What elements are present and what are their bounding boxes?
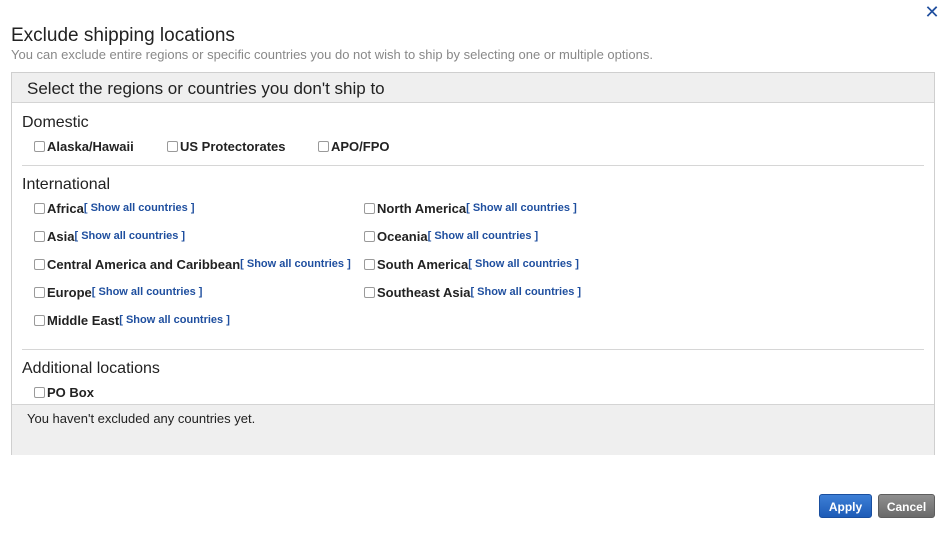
region-asia: Asia [ Show all countries ] xyxy=(34,227,185,245)
region-southeast-asia: Southeast Asia [ Show all countries ] xyxy=(364,283,581,301)
region-north-america: North America [ Show all countries ] xyxy=(364,199,577,217)
checkbox[interactable] xyxy=(34,258,45,270)
checkbox[interactable] xyxy=(318,140,329,152)
cancel-button[interactable]: Cancel xyxy=(878,494,935,518)
show-all-countries-link[interactable]: [ Show all countries ] xyxy=(84,202,195,214)
status-bar: You haven't excluded any countries yet. xyxy=(12,404,934,455)
show-all-countries-link[interactable]: [ Show all countries ] xyxy=(119,314,230,326)
option-label: PO Box xyxy=(47,384,94,400)
checkbox[interactable] xyxy=(34,230,45,242)
show-all-countries-link[interactable]: [ Show all countries ] xyxy=(240,258,351,270)
checkbox[interactable] xyxy=(364,230,375,242)
option-apo-fpo[interactable]: APO/FPO xyxy=(318,137,390,155)
option-label: Alaska/Hawaii xyxy=(47,138,134,154)
region-oceania: Oceania [ Show all countries ] xyxy=(364,227,538,245)
checkbox[interactable] xyxy=(34,140,45,152)
checkbox[interactable] xyxy=(34,202,45,214)
checkbox[interactable] xyxy=(364,286,375,298)
region-label: North America xyxy=(377,200,467,216)
region-label: Southeast Asia xyxy=(377,284,471,300)
region-label: South America xyxy=(377,256,469,272)
show-all-countries-link[interactable]: [ Show all countries ] xyxy=(74,230,185,242)
checkbox[interactable] xyxy=(167,140,178,152)
region-africa: Africa [ Show all countries ] xyxy=(34,199,194,217)
option-alaska-hawaii[interactable]: Alaska/Hawaii xyxy=(34,137,134,155)
region-south-america: South America [ Show all countries ] xyxy=(364,255,579,273)
region-label: Europe xyxy=(47,284,92,300)
checkbox[interactable] xyxy=(364,258,375,270)
option-po-box[interactable]: PO Box xyxy=(34,383,94,401)
dialog-title: Exclude shipping locations xyxy=(11,25,235,46)
apply-button[interactable]: Apply xyxy=(819,494,872,518)
region-label: Asia xyxy=(47,228,75,244)
region-label: Africa xyxy=(47,200,84,216)
region-central-america-caribbean: Central America and Caribbean [ Show all… xyxy=(34,255,351,273)
panel-header-text: Select the regions or countries you don'… xyxy=(27,79,385,98)
regions-panel: Select the regions or countries you don'… xyxy=(11,72,935,455)
show-all-countries-link[interactable]: [ Show all countries ] xyxy=(92,286,203,298)
domestic-title: Domestic xyxy=(22,114,89,131)
option-us-protectorates[interactable]: US Protectorates xyxy=(167,137,285,155)
checkbox[interactable] xyxy=(34,286,45,298)
show-all-countries-link[interactable]: [ Show all countries ] xyxy=(466,202,577,214)
divider xyxy=(22,165,924,166)
international-title: International xyxy=(22,176,111,193)
region-label: Oceania xyxy=(377,228,428,244)
panel-header: Select the regions or countries you don'… xyxy=(12,73,934,103)
option-label: APO/FPO xyxy=(331,138,390,154)
checkbox[interactable] xyxy=(34,314,45,326)
region-europe: Europe [ Show all countries ] xyxy=(34,283,202,301)
divider xyxy=(22,349,924,350)
status-text: You haven't excluded any countries yet. xyxy=(27,411,256,426)
show-all-countries-link[interactable]: [ Show all countries ] xyxy=(468,258,579,270)
region-middle-east: Middle East [ Show all countries ] xyxy=(34,311,230,329)
checkbox[interactable] xyxy=(364,202,375,214)
option-label: US Protectorates xyxy=(180,138,286,154)
show-all-countries-link[interactable]: [ Show all countries ] xyxy=(470,286,581,298)
dialog-subtitle: You can exclude entire regions or specif… xyxy=(11,47,653,62)
region-label: Middle East xyxy=(47,312,120,328)
show-all-countries-link[interactable]: [ Show all countries ] xyxy=(428,230,539,242)
checkbox[interactable] xyxy=(34,386,45,398)
close-icon[interactable]: ✕ xyxy=(923,3,941,21)
additional-locations-title: Additional locations xyxy=(22,360,160,377)
region-label: Central America and Caribbean xyxy=(47,256,241,272)
